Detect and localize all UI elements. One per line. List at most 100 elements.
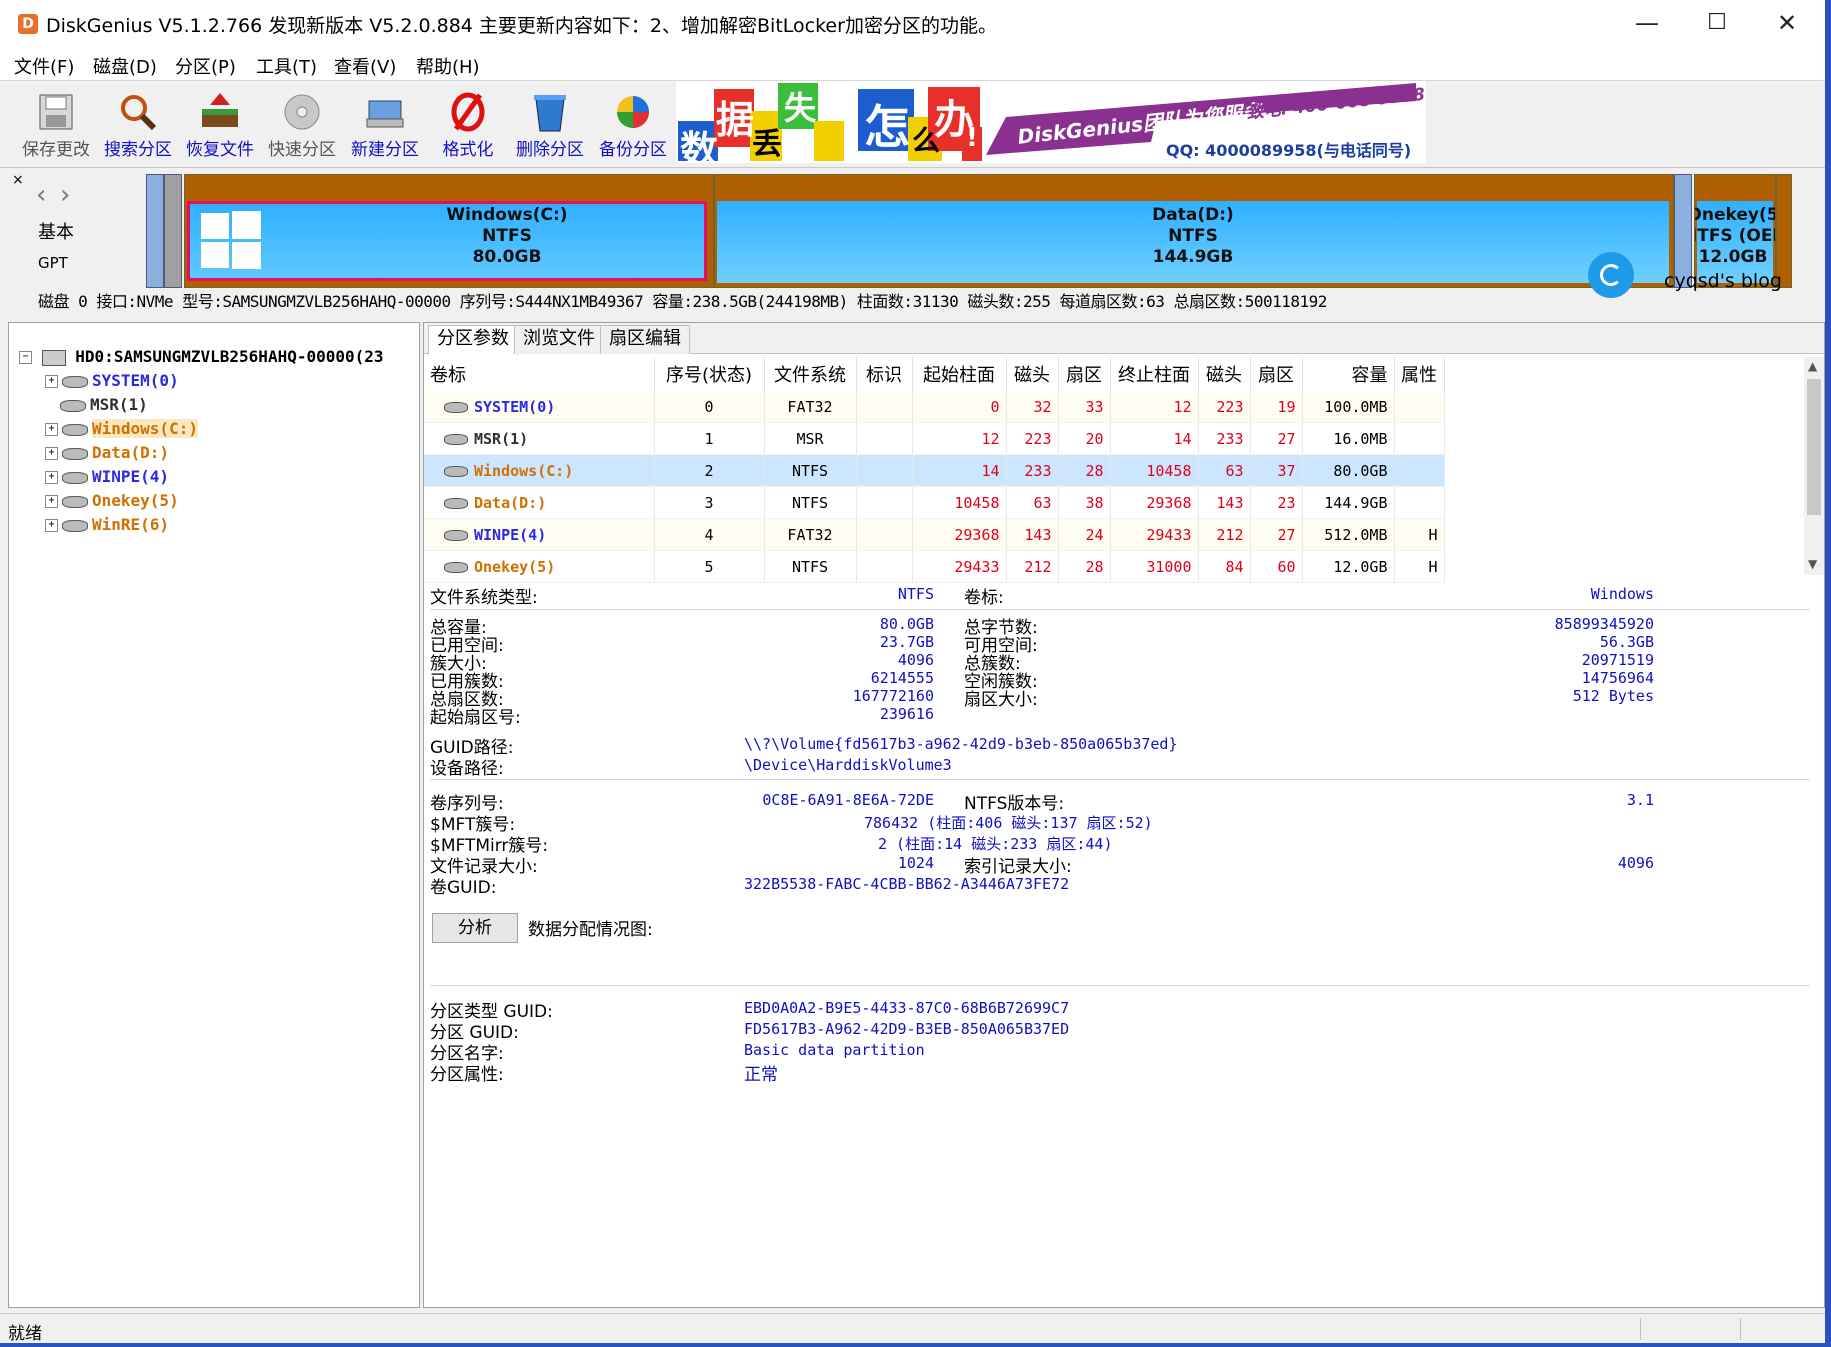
record-size-value: 1024 [897,854,934,872]
cell-volume-label: Onekey(5) [424,550,655,583]
index-size-label: 索引记录大小: [964,857,1072,877]
tab-partition-params[interactable]: 分区参数 [428,325,518,355]
cell-start-head: 233 [1006,454,1059,487]
cell-end-head: 212 [1198,518,1251,551]
close-button[interactable]: ✕ [1752,0,1822,48]
col-header-id[interactable]: 标识 [856,357,913,391]
format-button[interactable]: 格式化 [428,85,508,163]
tree-item[interactable]: + WINPE(4) [45,467,169,489]
col-header-end-cyl[interactable]: 终止柱面 [1110,357,1199,391]
trash-icon [534,95,566,132]
volume-label-text: MSR(1) [474,429,529,448]
cell-end-sector: 60 [1250,550,1303,583]
col-header-attr[interactable]: 属性 [1394,357,1445,391]
partition-block-system[interactable] [146,174,164,288]
nav-right-icon[interactable]: › [60,180,70,210]
watermark-text: cyqsd's blog [1664,270,1782,292]
expand-icon[interactable]: + [45,519,58,532]
col-header-index[interactable]: 序号(状态) [654,357,765,391]
cell-start-sector: 38 [1058,486,1111,519]
scroll-up-icon[interactable]: ▲ [1808,359,1817,373]
detail-value: 23.7GB [879,633,934,651]
tree-item[interactable]: + Windows(C:) [45,419,198,441]
menu-partition[interactable]: 分区(P) [175,53,236,79]
disk-map-panel: × ‹ › 基本 GPT Windows(C:) NTFS 80.0GB Dat… [0,168,1825,316]
table-row[interactable]: Data(D:) 3 NTFS 10458 63 38 29368 143 23 144.9GB [424,486,1445,519]
table-scrollbar[interactable]: ▲ ▼ [1804,357,1824,575]
banner-char-5: 怎 [864,100,910,154]
col-header-end-sector[interactable]: 扇区 [1250,357,1303,391]
col-header-fs[interactable]: 文件系统 [764,357,857,391]
expand-icon[interactable]: + [45,447,58,460]
backup-partition-button[interactable]: 备份分区 [593,85,673,163]
col-header-end-head[interactable]: 磁头 [1198,357,1251,391]
tree-root-disk[interactable]: − HD0:SAMSUNGMZVLB256HAHQ-00000(23 [19,347,384,369]
tree-item[interactable]: + Onekey(5) [45,491,179,513]
tree-item[interactable]: + Data(D:) [45,443,169,465]
cell-id [856,550,913,583]
close-diskmap-icon[interactable]: × [12,172,24,188]
col-header-start-head[interactable]: 磁头 [1006,357,1059,391]
tree-item[interactable]: MSR(1) [45,395,148,417]
cell-id [856,518,913,551]
maximize-button[interactable]: ☐ [1682,0,1752,48]
tab-browse-files[interactable]: 浏览文件 [514,325,604,354]
col-header-capacity[interactable]: 容量 [1302,357,1395,391]
new-partition-button[interactable]: 新建分区 [345,85,425,163]
detail-label: 扇区大小: [964,690,1038,710]
menu-view[interactable]: 查看(V) [334,53,396,79]
expand-icon[interactable]: + [45,471,58,484]
backup-icon [617,96,649,128]
tree-item[interactable]: + SYSTEM(0) [45,371,179,393]
format-icon [451,92,485,132]
recover-files-button[interactable]: 恢复文件 [180,85,260,163]
partition-block-windows[interactable]: Windows(C:) NTFS 80.0GB [184,174,714,288]
col-header-start-cyl[interactable]: 起始柱面 [912,357,1007,391]
table-row[interactable]: Windows(C:) 2 NTFS 14 233 28 10458 63 37 80.0GB [424,454,1445,487]
menu-help[interactable]: 帮助(H) [416,53,480,79]
tab-sector-edit[interactable]: 扇区编辑 [600,325,690,354]
nav-left-icon[interactable]: ‹ [36,180,46,210]
cell-start-sector: 24 [1058,518,1111,551]
expand-icon[interactable]: + [45,495,58,508]
col-header-start-sector[interactable]: 扇区 [1058,357,1111,391]
partition-d-fs: NTFS [1168,226,1218,246]
table-row[interactable]: WINPE(4) 4 FAT32 29368 143 24 29433 212 27 512.0M… [424,518,1445,551]
scroll-down-icon[interactable]: ▼ [1808,557,1817,571]
expand-icon[interactable]: + [45,375,58,388]
partition-icon [62,423,88,436]
partition-block-data[interactable]: Data(D:) NTFS 144.9GB [714,174,1674,288]
col-header-label[interactable]: 卷标 [424,357,655,391]
cell-attr [1394,486,1445,519]
promo-banner[interactable]: 数 据 丢 失 怎 么 办 ! DiskGenius团队为您服务 致电: 400… [676,81,1426,163]
tree-item[interactable]: + WinRE(6) [45,515,169,537]
banner-char-8: ! [966,123,978,153]
cell-end-cyl: 10458 [1110,454,1199,487]
expand-icon[interactable]: + [45,423,58,436]
menu-file[interactable]: 文件(F) [14,53,74,79]
search-partition-button[interactable]: 搜索分区 [98,85,178,163]
table-row[interactable]: SYSTEM(0) 0 FAT32 0 32 33 12 223 19 100.0MB [424,391,1445,423]
hard-disk-icon [41,349,66,366]
partition-icon [62,375,88,388]
delete-partition-button[interactable]: 删除分区 [510,85,590,163]
cell-capacity: 100.0MB [1302,391,1395,423]
disk-info-line: 磁盘 0 接口:NVMe 型号:SAMSUNGMZVLB256HAHQ-0000… [38,292,1327,311]
save-changes-button[interactable]: 保存更改 [16,85,96,163]
analyze-button[interactable]: 分析 [432,913,518,943]
status-bar: 就绪 [0,1313,1825,1344]
vol-serial-value: 0C8E-6A91-8E6A-72DE [762,791,934,809]
cell-end-head: 233 [1198,422,1251,455]
partition-icon [444,497,468,509]
partition-block-msr[interactable] [164,174,182,288]
quick-partition-button[interactable]: 快速分区 [262,85,342,163]
menu-tools[interactable]: 工具(T) [256,53,317,79]
scroll-thumb[interactable] [1807,379,1821,515]
menu-disk[interactable]: 磁盘(D) [93,53,157,79]
tree-root-label: HD0:SAMSUNGMZVLB256HAHQ-00000(23 [75,347,384,366]
cell-id [856,454,913,487]
table-row[interactable]: Onekey(5) 5 NTFS 29433 212 28 31000 84 60 12.0GB H [424,550,1445,583]
minimize-button[interactable]: — [1612,0,1682,48]
fs-type-value: NTFS [897,585,934,603]
table-row[interactable]: MSR(1) 1 MSR 12 223 20 14 233 27 16.0MB [424,422,1445,455]
